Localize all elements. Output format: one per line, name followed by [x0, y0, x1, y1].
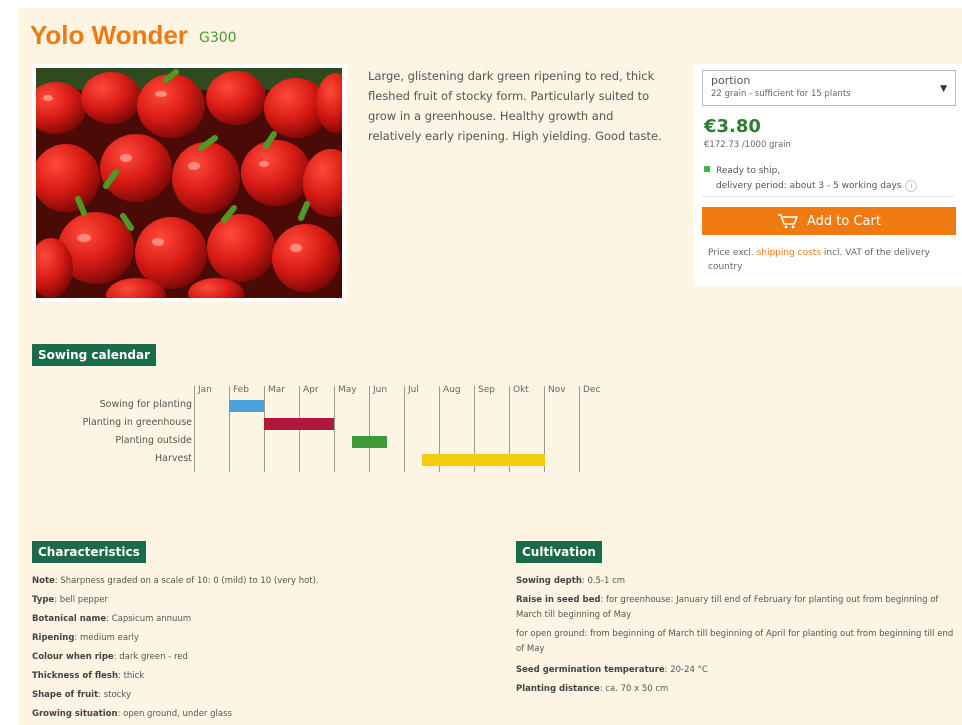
property-key: Type [32, 595, 55, 605]
property-key: Raise in seed bed [516, 595, 601, 605]
property-value: : Sharpness graded on a scale of 10: 0 (… [54, 576, 319, 586]
property-value: : 0.5-1 cm [581, 576, 626, 586]
property-line: Planting distance: ca. 70 x 50 cm [516, 680, 956, 699]
month-label: Jul [408, 385, 419, 395]
property-value: : thick [118, 671, 145, 681]
property-key: Seed germination temperature [516, 665, 665, 675]
availability-dot-icon [704, 166, 710, 172]
month-label: Nov [548, 385, 566, 395]
calendar-bar [264, 418, 334, 430]
month-label: Dec [583, 385, 601, 395]
property-value: : ca. 70 x 50 cm [599, 684, 669, 694]
property-value: : open ground, under glass [117, 709, 232, 719]
product-page: Yolo Wonder G300 Large, glistening dark … [18, 8, 962, 725]
product-title: Yolo Wonder G300 [30, 20, 237, 51]
cart-icon [778, 214, 798, 229]
property-key: Shape of fruit [32, 690, 99, 700]
property-key: Growing situation [32, 709, 118, 719]
purchase-box: portion 22 grain - sufficient for 15 pla… [694, 64, 962, 286]
month-gridline [229, 386, 230, 472]
month-label: Apr [303, 385, 319, 395]
property-value: : bell pepper [54, 595, 108, 605]
property-line: Note: Sharpness graded on a scale of 10:… [32, 572, 492, 591]
month-gridline [334, 386, 335, 472]
product-description: Large, glistening dark green ripening to… [368, 69, 662, 143]
property-value: : stocky [98, 690, 131, 700]
property-key: Thickness of flesh [32, 671, 119, 681]
shipping-line-2: delivery period: about 3 - 5 working day… [716, 181, 902, 191]
sowing-calendar: Jan Feb Mar Apr May Jun Jul Aug Sep Okt Nov Dec Sowi… [18, 378, 962, 478]
property-line: Raise in seed bed: for greenhouse: Janua… [516, 593, 956, 623]
add-to-cart-label: Add to Cart [807, 213, 881, 229]
cultivation-heading: Cultivation [516, 541, 602, 563]
calendar-row-label: Planting outside [115, 435, 192, 446]
chevron-down-icon: ▼ [940, 84, 947, 94]
calendar-row-label: Harvest [154, 453, 192, 464]
product-photo[interactable] [32, 64, 346, 302]
month-gridline [404, 386, 405, 472]
property-line: Sowing depth: 0.5-1 cm [516, 572, 956, 591]
portion-value: 22 grain - sufficient for 15 plants [711, 89, 851, 99]
month-label: Jan [198, 385, 212, 395]
property-line: Type: bell pepper [32, 591, 492, 610]
property-value: : 20-24 °C [664, 665, 708, 675]
property-key: Ripening [32, 633, 75, 643]
property-line: Shape of fruit: stocky [32, 686, 492, 705]
month-label: Mar [268, 385, 285, 395]
characteristics-heading: Characteristics [32, 541, 146, 563]
shipping-costs-link[interactable]: shipping costs [757, 248, 821, 258]
month-label: Feb [233, 385, 249, 395]
pepper-image [36, 68, 342, 298]
calendar-bar [229, 400, 264, 412]
property-line: Botanical name: Capsicum annuum [32, 610, 492, 629]
characteristics-list: Note: Sharpness graded on a scale of 10:… [32, 572, 492, 724]
month-gridline [579, 386, 580, 472]
property-line: Seed germination temperature: 20-24 °C [516, 661, 956, 680]
property-value: for open ground: from beginning of March… [516, 629, 954, 654]
property-line: Thickness of flesh: thick [32, 667, 492, 686]
product-code: G300 [199, 30, 237, 46]
property-line: Colour when ripe: dark green - red [32, 648, 492, 667]
calendar-row-label: Planting in greenhouse [82, 417, 192, 428]
unit-price: €172.73 /1000 grain [704, 140, 791, 150]
property-key: Colour when ripe [32, 652, 114, 662]
calendar-bar [352, 436, 387, 448]
property-key: Sowing depth [516, 576, 582, 586]
property-key: Planting distance [516, 684, 600, 694]
property-value: : dark green - red [113, 652, 188, 662]
price: €3.80 [704, 116, 761, 137]
month-gridline [369, 386, 370, 472]
property-line: Ripening: medium early [32, 629, 492, 648]
month-label: May [338, 385, 357, 395]
price-note: Price excl. shipping costs incl. VAT of … [708, 246, 948, 274]
property-line: Growing situation: open ground, under gl… [32, 705, 492, 724]
portion-select[interactable]: portion 22 grain - sufficient for 15 pla… [702, 70, 956, 106]
property-line: for open ground: from beginning of March… [516, 627, 956, 657]
divider [702, 196, 954, 197]
calendar-row-label: Sowing for planting [99, 399, 192, 410]
add-to-cart-button[interactable]: Add to Cart [702, 207, 956, 235]
month-label: Okt [513, 385, 529, 395]
calendar-bar [422, 454, 545, 466]
month-label: Sep [478, 385, 495, 395]
product-name: Yolo Wonder [30, 20, 188, 50]
portion-label: portion [711, 74, 751, 87]
property-value: : medium early [74, 633, 139, 643]
month-label: Aug [443, 385, 461, 395]
price-note-text: Price excl. [708, 248, 754, 258]
shipping-status: Ready to ship, delivery period: about 3 … [704, 164, 918, 194]
property-key: Botanical name [32, 614, 107, 624]
property-value: : Capsicum annuum [106, 614, 192, 624]
month-gridline [194, 386, 195, 472]
property-key: Note [32, 576, 55, 586]
sowing-calendar-heading: Sowing calendar [32, 344, 157, 366]
cultivation-list: Sowing depth: 0.5-1 cm Raise in seed bed:… [516, 572, 956, 699]
month-label: Jun [373, 385, 388, 395]
info-icon[interactable]: i [905, 180, 918, 192]
shipping-line-1: Ready to ship, [716, 166, 781, 176]
